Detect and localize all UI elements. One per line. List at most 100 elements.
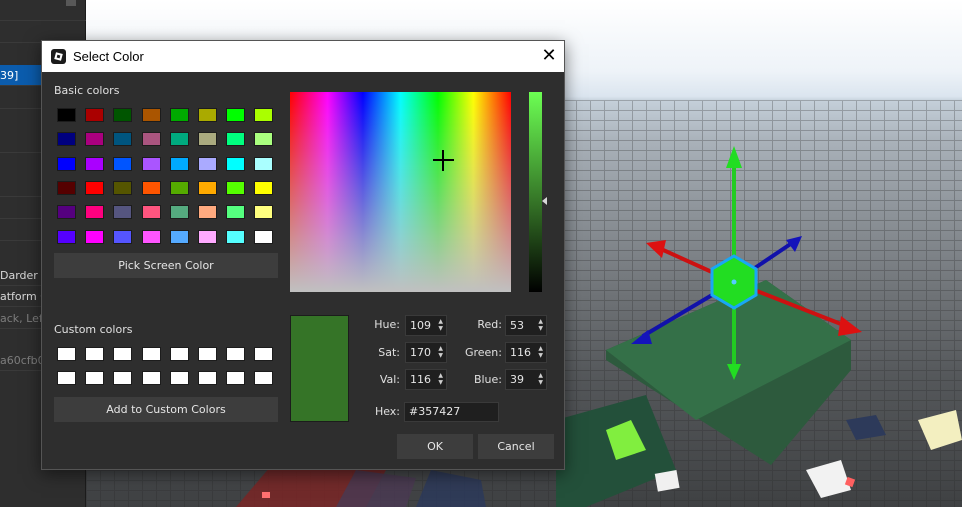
basic-color-swatch[interactable] bbox=[85, 108, 105, 122]
custom-color-swatch[interactable] bbox=[226, 347, 246, 361]
custom-color-swatch[interactable] bbox=[141, 347, 161, 361]
basic-color-swatch[interactable] bbox=[57, 108, 76, 122]
basic-color-swatch[interactable] bbox=[169, 132, 189, 147]
red-label: Red: bbox=[477, 318, 502, 331]
blue-value: 39 bbox=[510, 373, 524, 386]
basic-color-swatch[interactable] bbox=[113, 205, 133, 220]
custom-color-swatch[interactable] bbox=[57, 371, 76, 385]
custom-color-swatch[interactable] bbox=[254, 347, 274, 361]
move-handle-x bbox=[838, 316, 862, 336]
basic-color-swatch[interactable] bbox=[254, 132, 274, 147]
custom-color-swatch[interactable] bbox=[169, 347, 189, 361]
custom-color-swatch[interactable] bbox=[169, 371, 189, 385]
color-spectrum[interactable] bbox=[290, 92, 511, 292]
basic-color-swatch[interactable] bbox=[198, 108, 217, 122]
basic-color-swatch[interactable] bbox=[141, 229, 161, 244]
spin-arrows-icon[interactable]: ▲ ▼ bbox=[538, 318, 543, 332]
basic-color-swatch[interactable] bbox=[85, 132, 105, 147]
basic-color-swatch[interactable] bbox=[169, 229, 189, 244]
sat-spinbox[interactable]: 170 ▲ ▼ bbox=[405, 342, 447, 363]
basic-color-swatch[interactable] bbox=[113, 229, 133, 244]
close-icon: ✕ bbox=[541, 45, 557, 66]
basic-color-swatch[interactable] bbox=[169, 156, 189, 171]
explorer-row[interactable] bbox=[0, 0, 86, 21]
basic-color-swatch[interactable] bbox=[113, 156, 133, 171]
red-spinbox[interactable]: 53 ▲ ▼ bbox=[505, 315, 547, 336]
basic-color-swatch[interactable] bbox=[169, 205, 189, 220]
custom-color-swatch[interactable] bbox=[113, 347, 133, 361]
basic-color-swatch[interactable] bbox=[254, 205, 274, 220]
custom-color-swatch[interactable] bbox=[198, 347, 217, 361]
basic-color-swatch[interactable] bbox=[226, 180, 246, 195]
basic-color-swatch[interactable] bbox=[141, 205, 161, 220]
blue-spinbox[interactable]: 39 ▲ ▼ bbox=[505, 369, 547, 390]
basic-color-swatch[interactable] bbox=[85, 156, 105, 171]
hex-input[interactable]: #357427 bbox=[404, 402, 499, 422]
basic-color-swatch[interactable] bbox=[57, 229, 76, 244]
basic-color-swatch[interactable] bbox=[198, 180, 217, 195]
spin-arrows-icon[interactable]: ▲ ▼ bbox=[438, 318, 443, 332]
basic-color-swatch[interactable] bbox=[254, 108, 274, 122]
hex-label: Hex: bbox=[374, 405, 400, 418]
basic-color-swatch[interactable] bbox=[141, 156, 161, 171]
basic-color-swatch[interactable] bbox=[113, 132, 133, 147]
basic-color-swatch[interactable] bbox=[198, 156, 217, 171]
basic-color-swatch[interactable] bbox=[57, 180, 76, 195]
cancel-button[interactable]: Cancel bbox=[478, 434, 554, 459]
basic-color-swatch[interactable] bbox=[85, 180, 105, 195]
custom-color-swatch[interactable] bbox=[226, 371, 246, 385]
basic-color-swatch[interactable] bbox=[57, 132, 76, 147]
basic-color-swatch[interactable] bbox=[254, 229, 274, 244]
select-color-dialog: Select Color ✕ Basic colors Pick Screen … bbox=[41, 40, 565, 470]
spin-arrows-icon[interactable]: ▲ ▼ bbox=[538, 372, 543, 386]
spin-arrows-icon[interactable]: ▲ ▼ bbox=[538, 345, 543, 359]
custom-color-swatch[interactable] bbox=[198, 371, 217, 385]
color-preview bbox=[290, 315, 349, 422]
custom-colors-label: Custom colors bbox=[54, 323, 133, 336]
spin-arrows-icon[interactable]: ▲ ▼ bbox=[438, 372, 443, 386]
basic-color-swatch[interactable] bbox=[254, 180, 274, 195]
custom-color-swatch[interactable] bbox=[141, 371, 161, 385]
basic-color-swatch[interactable] bbox=[141, 132, 161, 147]
hue-spinbox[interactable]: 109 ▲ ▼ bbox=[405, 315, 447, 336]
basic-color-swatch[interactable] bbox=[254, 156, 274, 171]
close-button[interactable]: ✕ bbox=[534, 41, 564, 72]
basic-color-swatch[interactable] bbox=[113, 180, 133, 195]
basic-color-swatch[interactable] bbox=[226, 108, 246, 122]
green-spinbox[interactable]: 116 ▲ ▼ bbox=[505, 342, 547, 363]
roblox-studio-icon bbox=[51, 49, 66, 64]
basic-color-swatch[interactable] bbox=[226, 156, 246, 171]
green-value: 116 bbox=[510, 346, 531, 359]
val-spinbox[interactable]: 116 ▲ ▼ bbox=[405, 369, 447, 390]
custom-color-swatch[interactable] bbox=[85, 371, 105, 385]
basic-color-swatch[interactable] bbox=[57, 205, 76, 220]
pick-screen-color-button[interactable]: Pick Screen Color bbox=[54, 253, 278, 278]
basic-color-swatch[interactable] bbox=[141, 180, 161, 195]
luminance-bar[interactable] bbox=[529, 92, 542, 292]
basic-color-swatch[interactable] bbox=[85, 205, 105, 220]
basic-color-swatch[interactable] bbox=[226, 229, 246, 244]
basic-color-swatch[interactable] bbox=[57, 156, 76, 171]
luminance-arrow-icon[interactable] bbox=[542, 197, 547, 205]
basic-color-swatch[interactable] bbox=[198, 205, 217, 220]
basic-color-swatch[interactable] bbox=[113, 108, 133, 122]
dialog-titlebar[interactable]: Select Color ✕ bbox=[42, 41, 564, 72]
basic-color-swatch[interactable] bbox=[169, 180, 189, 195]
basic-color-swatch[interactable] bbox=[198, 229, 217, 244]
basic-color-swatch[interactable] bbox=[226, 205, 246, 220]
add-custom-colors-button[interactable]: Add to Custom Colors bbox=[54, 397, 278, 422]
dialog-title: Select Color bbox=[73, 49, 144, 64]
basic-color-swatch[interactable] bbox=[85, 229, 105, 244]
custom-color-swatch[interactable] bbox=[254, 371, 274, 385]
basic-color-swatch[interactable] bbox=[198, 132, 217, 147]
move-handle-y-up bbox=[726, 146, 742, 168]
basic-color-swatch[interactable] bbox=[141, 108, 161, 122]
ok-button[interactable]: OK bbox=[397, 434, 473, 459]
custom-color-swatch[interactable] bbox=[113, 371, 133, 385]
basic-color-swatch[interactable] bbox=[226, 132, 246, 147]
spin-arrows-icon[interactable]: ▲ ▼ bbox=[438, 345, 443, 359]
val-value: 116 bbox=[410, 373, 431, 386]
basic-color-swatch[interactable] bbox=[169, 108, 189, 122]
custom-color-swatch[interactable] bbox=[85, 347, 105, 361]
custom-color-swatch[interactable] bbox=[57, 347, 76, 361]
